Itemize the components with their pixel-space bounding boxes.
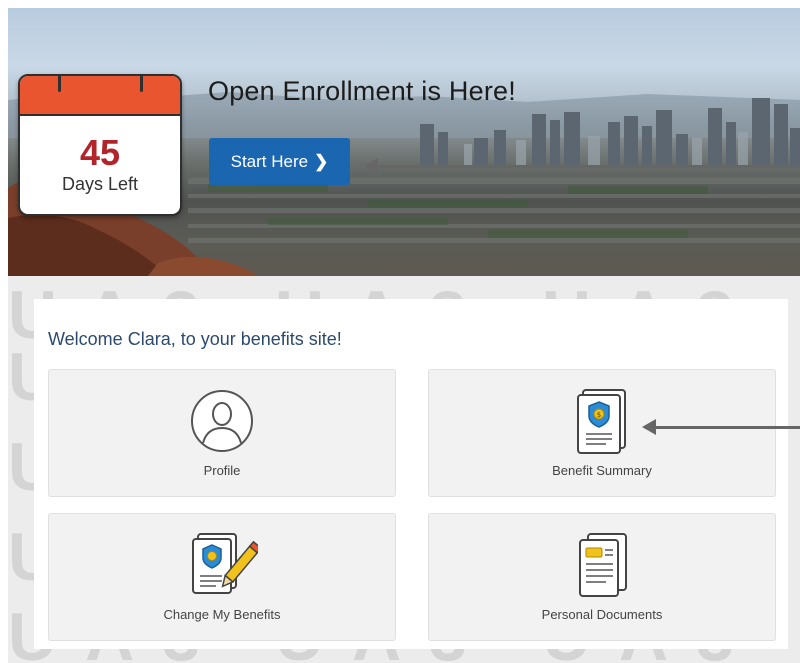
- page-frame: 45 Days Left Open Enrollment is Here! St…: [8, 8, 800, 663]
- change-benefits-icon: [186, 532, 263, 603]
- tile-profile[interactable]: Profile: [48, 369, 396, 497]
- calendar-header: [20, 76, 180, 116]
- chevron-right-icon: ❯: [314, 151, 329, 171]
- calendar-ring-right: [140, 76, 143, 92]
- personal-documents-icon: [572, 532, 632, 607]
- tile-change-my-benefits-label: Change My Benefits: [163, 607, 281, 622]
- annotation-arrow-line: [654, 426, 800, 429]
- days-left-calendar: 45 Days Left: [18, 74, 182, 216]
- tile-benefit-summary[interactable]: $ Benefit Summary: [428, 369, 776, 497]
- start-here-label: Start Here: [230, 151, 309, 171]
- annotation-arrow-line: [376, 165, 800, 168]
- welcome-message: Welcome Clara, to your benefits site!: [48, 329, 342, 349]
- annotation-arrow-head: [364, 158, 378, 174]
- tile-personal-documents-label: Personal Documents: [541, 607, 663, 622]
- svg-text:$: $: [597, 411, 601, 419]
- hero-banner: 45 Days Left Open Enrollment is Here! St…: [8, 8, 800, 276]
- days-left-label: Days Left: [61, 174, 139, 194]
- calendar-ring-left: [58, 76, 61, 92]
- tile-change-my-benefits[interactable]: Change My Benefits: [48, 513, 396, 641]
- annotation-arrow-head: [642, 419, 656, 435]
- benefits-panel: Welcome Clara, to your benefits site! Pr…: [34, 299, 788, 649]
- tile-benefit-summary-label: Benefit Summary: [552, 463, 652, 478]
- hero-title: Open Enrollment is Here!: [208, 76, 516, 106]
- tile-profile-label: Profile: [203, 463, 241, 478]
- profile-icon: [189, 388, 255, 459]
- tile-personal-documents[interactable]: Personal Documents: [428, 513, 776, 641]
- days-left-number: 45: [79, 132, 121, 173]
- benefit-summary-icon: $: [573, 388, 631, 463]
- start-here-button[interactable]: Start Here ❯: [209, 138, 350, 185]
